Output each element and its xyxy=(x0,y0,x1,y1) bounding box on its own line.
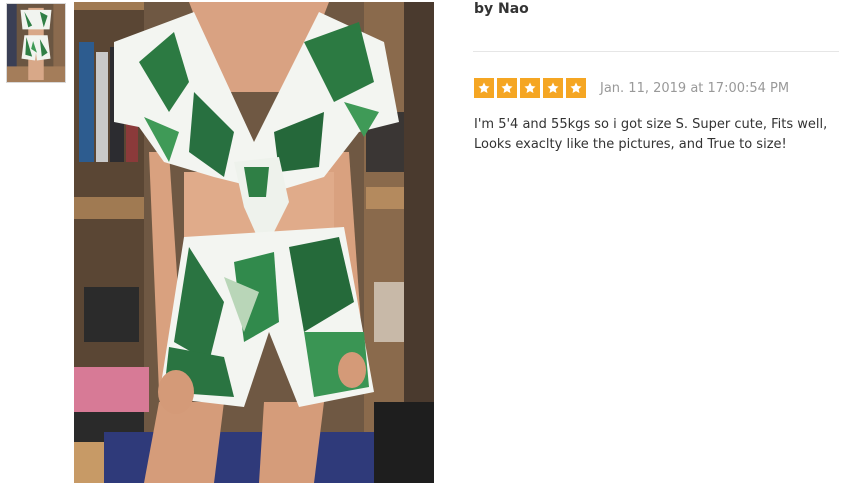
star-icon xyxy=(497,78,517,98)
star-icon xyxy=(543,78,563,98)
thumbnail-image xyxy=(7,4,65,82)
review-date: Jan. 11, 2019 at 17:00:54 PM xyxy=(600,80,790,96)
review-text: I'm 5'4 and 55kgs so i got size S. Super… xyxy=(474,117,828,152)
review-author: by Nao xyxy=(474,1,529,17)
divider xyxy=(473,51,839,52)
star-rating xyxy=(474,78,586,98)
star-icon xyxy=(520,78,540,98)
review-photo-image xyxy=(74,2,434,483)
star-icon xyxy=(566,78,586,98)
star-icon xyxy=(474,78,494,98)
rating-row: Jan. 11, 2019 at 17:00:54 PM xyxy=(474,78,789,98)
review-card: by Nao Jan. 11, 2019 at 17:00:54 PM I'm … xyxy=(0,0,844,485)
review-photo[interactable] xyxy=(74,2,434,483)
review-photo-thumbnail[interactable] xyxy=(6,3,66,83)
